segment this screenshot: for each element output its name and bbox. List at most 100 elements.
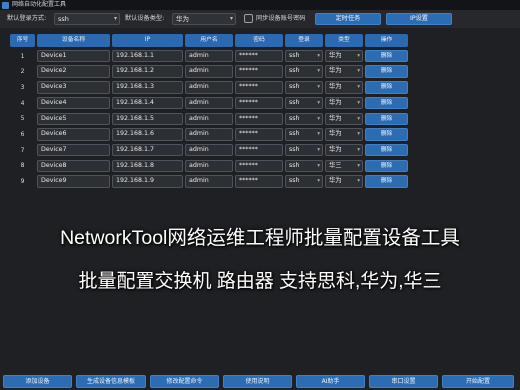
username-input[interactable]: admin [185, 159, 233, 173]
delete-row-button[interactable]: 删除 [365, 128, 408, 141]
device-type-select[interactable]: 华为 ▾ [325, 96, 363, 110]
device-name-input[interactable]: Device6 [37, 128, 110, 141]
ip-input[interactable]: 192.168.1.1 [112, 49, 183, 63]
password-input[interactable]: ****** [235, 128, 283, 141]
settings-toolbar: 默认登录方式: ssh ▾ 默认设备类型: 华为 ▾ 同步设备账号密码 定时任务… [0, 10, 520, 28]
serial-settings-button[interactable]: 串口设置 [369, 375, 438, 388]
device-name-input[interactable]: Device9 [37, 175, 110, 188]
password-input[interactable]: ****** [235, 143, 283, 157]
delete-row-button[interactable]: 删除 [365, 159, 408, 173]
device-type-select[interactable]: 华为 ▾ [325, 81, 363, 94]
ip-settings-button[interactable]: IP设置 [386, 13, 452, 25]
username-input[interactable]: admin [185, 175, 233, 188]
delete-row-button[interactable]: 删除 [365, 81, 408, 94]
ip-input[interactable]: 192.168.1.4 [112, 96, 183, 110]
row-index: 1 [20, 52, 25, 60]
login-method-select[interactable]: ssh ▾ [285, 49, 323, 63]
login-method-select[interactable]: ssh ▾ [285, 81, 323, 94]
login-method-select[interactable]: ssh ▾ [285, 96, 323, 110]
chevron-down-icon: ▾ [317, 115, 320, 122]
usage-guide-button[interactable]: 使用说明 [223, 375, 292, 388]
sync-password-checkbox[interactable] [244, 14, 253, 23]
chevron-down-icon: ▾ [357, 131, 360, 138]
device-name-input[interactable]: Device2 [37, 65, 110, 78]
device-type-value: 华为 [329, 114, 342, 122]
delete-row-button[interactable]: 删除 [365, 65, 408, 78]
password-input[interactable]: ****** [235, 112, 283, 125]
delete-row-button[interactable]: 删除 [365, 49, 408, 63]
password-input[interactable]: ****** [235, 159, 283, 173]
table-row: 4 Device4 192.168.1.4 admin ****** ssh ▾ 华为 ▾ 删除 [10, 96, 414, 110]
header-ip: IP [112, 34, 183, 47]
default-device-type-label: 默认设备类型: [125, 15, 165, 22]
username-input[interactable]: admin [185, 49, 233, 63]
login-method-select[interactable]: ssh ▾ [285, 112, 323, 125]
login-method-select[interactable]: ssh ▾ [285, 159, 323, 173]
device-type-value: 华为 [329, 83, 342, 91]
overlay-headline: NetworkTool网络运维工程师批量配置设备工具 [60, 227, 460, 249]
password-input[interactable]: ****** [235, 175, 283, 188]
username-input[interactable]: admin [185, 96, 233, 110]
add-device-button[interactable]: 添加设备 [3, 375, 72, 388]
username-input[interactable]: admin [185, 112, 233, 125]
window-title: 网络自动化配置工具 [12, 1, 67, 8]
chevron-down-icon: ▾ [317, 68, 320, 75]
default-login-value: ssh [58, 15, 69, 23]
username-input[interactable]: admin [185, 65, 233, 78]
device-name-input[interactable]: Device1 [37, 49, 110, 63]
row-index: 9 [20, 178, 25, 185]
ip-input[interactable]: 192.168.1.2 [112, 65, 183, 78]
delete-row-button[interactable]: 删除 [365, 175, 408, 188]
ai-assistant-button[interactable]: AI助手 [296, 375, 365, 388]
default-login-select[interactable]: ssh ▾ [54, 13, 120, 25]
device-name-input[interactable]: Device7 [37, 143, 110, 157]
device-type-select[interactable]: 华为 ▾ [325, 49, 363, 63]
login-method-value: ssh [289, 161, 300, 169]
timer-task-button[interactable]: 定时任务 [315, 13, 381, 25]
device-type-select[interactable]: 华为 ▾ [325, 112, 363, 125]
username-input[interactable]: admin [185, 143, 233, 157]
ip-input[interactable]: 192.168.1.5 [112, 112, 183, 125]
login-method-select[interactable]: ssh ▾ [285, 65, 323, 78]
default-device-type-select[interactable]: 华为 ▾ [172, 13, 236, 25]
username-input[interactable]: admin [185, 128, 233, 141]
login-method-select[interactable]: ssh ▾ [285, 143, 323, 157]
device-type-select[interactable]: 华为 ▾ [325, 128, 363, 141]
ip-input[interactable]: 192.168.1.8 [112, 159, 183, 173]
password-input[interactable]: ****** [235, 96, 283, 110]
delete-row-button[interactable]: 删除 [365, 96, 408, 110]
table-row: 3 Device3 192.168.1.3 admin ****** ssh ▾ 华为 ▾ 删除 [10, 80, 414, 94]
device-name-input[interactable]: Device5 [37, 112, 110, 125]
chevron-down-icon: ▾ [357, 115, 360, 122]
generate-template-button[interactable]: 生成设备信息模板 [76, 375, 146, 388]
device-name-input[interactable]: Device3 [37, 81, 110, 94]
delete-row-button[interactable]: 删除 [365, 112, 408, 125]
ip-input[interactable]: 192.168.1.9 [112, 175, 183, 188]
start-config-button[interactable]: 开始配置 [442, 375, 514, 388]
ip-input[interactable]: 192.168.1.7 [112, 143, 183, 157]
device-type-select[interactable]: 华为 ▾ [325, 175, 363, 188]
login-method-select[interactable]: ssh ▾ [285, 175, 323, 188]
chevron-down-icon: ▾ [317, 178, 320, 185]
device-type-select[interactable]: 华三 ▾ [325, 159, 363, 173]
username-input[interactable]: admin [185, 81, 233, 94]
table-row: 9 Device9 192.168.1.9 admin ****** ssh ▾ 华为 ▾ 删除 [10, 175, 414, 189]
ip-input[interactable]: 192.168.1.3 [112, 81, 183, 94]
password-input[interactable]: ****** [235, 81, 283, 94]
delete-row-button[interactable]: 删除 [365, 143, 408, 157]
password-input[interactable]: ****** [235, 49, 283, 63]
header-password: 密码 [235, 34, 283, 47]
password-input[interactable]: ****** [235, 65, 283, 78]
device-name-input[interactable]: Device8 [37, 159, 110, 173]
device-name-input[interactable]: Device4 [37, 96, 110, 110]
device-type-select[interactable]: 华为 ▾ [325, 65, 363, 78]
edit-config-commands-button[interactable]: 修改配置命令 [150, 375, 219, 388]
device-type-select[interactable]: 华为 ▾ [325, 143, 363, 157]
login-method-select[interactable]: ssh ▾ [285, 128, 323, 141]
header-device-name: 设备名称 [37, 34, 110, 47]
chevron-down-icon: ▾ [317, 52, 320, 59]
table-row: 8 Device8 192.168.1.8 admin ****** ssh ▾ 华三 ▾ 删除 [10, 159, 414, 173]
ip-input[interactable]: 192.168.1.6 [112, 128, 183, 141]
chevron-down-icon: ▾ [357, 146, 360, 153]
login-method-value: ssh [289, 130, 300, 138]
